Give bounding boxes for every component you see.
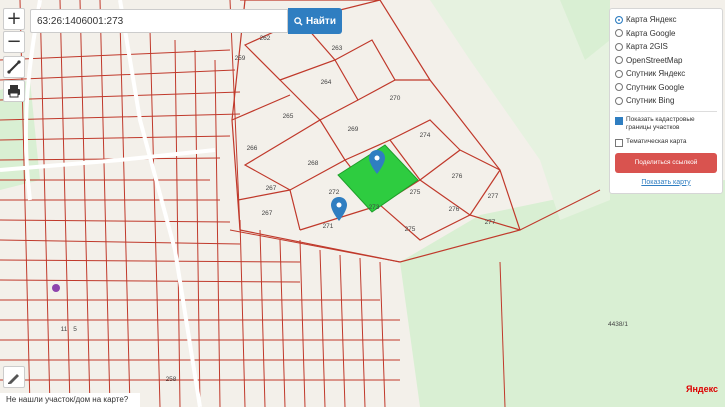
search-input[interactable] — [30, 9, 288, 33]
layer-option-label: Карта Яндекс — [626, 15, 677, 25]
parcel-label: 5 — [73, 326, 77, 333]
yandex-logo: Яндекс — [686, 384, 719, 394]
layer-option-label: Карта Google — [626, 28, 676, 38]
parcel-label: 268 — [308, 160, 319, 167]
search-button[interactable]: Найти — [288, 8, 342, 34]
cadastral-toggle[interactable]: Показать кадастровые границы участков — [615, 116, 717, 132]
ruler-icon — [7, 60, 21, 74]
layer-option-label: OpenStreetMap — [626, 55, 683, 65]
zoom-in-button[interactable]: + — [3, 8, 25, 30]
checkbox[interactable] — [615, 138, 623, 147]
parcel-label: 258 — [166, 376, 177, 383]
layer-option-openstreetmap[interactable]: OpenStreetMap — [615, 54, 717, 68]
parcel-label: 4438/1 — [608, 321, 628, 328]
parcel-label: 267 — [262, 210, 273, 217]
poi-icon — [52, 284, 60, 292]
help-text[interactable]: Не нашли участок/дом на карте? — [6, 395, 128, 404]
parcel-label: 276 — [449, 206, 460, 213]
parcel-label: 259 — [235, 55, 246, 62]
thematic-toggle-label: Тематическая карта — [626, 137, 687, 145]
parcel-label: 269 — [348, 126, 359, 133]
radio[interactable] — [615, 96, 623, 105]
radio[interactable] — [615, 29, 623, 38]
parcel-label: 272 — [329, 189, 340, 196]
layer-option-label: Спутник Bing — [626, 96, 675, 106]
pencil-icon — [8, 374, 19, 384]
parcel-label: 273 — [369, 204, 380, 211]
layer-option-google-satellite[interactable]: Спутник Google — [615, 81, 717, 95]
layer-option-label: Спутник Яндекс — [626, 69, 686, 79]
print-button[interactable] — [3, 80, 25, 102]
share-link-button[interactable]: Поделиться ссылкой — [615, 152, 717, 173]
layer-option-yandex-satellite[interactable]: Спутник Яндекс — [615, 67, 717, 81]
divider — [615, 110, 717, 112]
parcel-label: 270 — [390, 95, 401, 102]
layer-option-bing-satellite[interactable]: Спутник Bing — [615, 94, 717, 108]
help-bar[interactable]: Не нашли участок/дом на карте? — [0, 393, 140, 407]
layer-panel: Карта Яндекс Карта Google Карта 2GIS Ope… — [609, 8, 723, 194]
radio[interactable] — [615, 83, 623, 92]
parcel-label: 276 — [452, 173, 463, 180]
cadastral-toggle-label: Показать кадастровые границы участков — [626, 115, 695, 131]
search-icon — [294, 16, 303, 26]
parcel-label: 263 — [332, 45, 343, 52]
parcel-label: 262 — [260, 35, 271, 42]
layer-option-label: Карта 2GIS — [626, 42, 668, 52]
thematic-toggle[interactable]: Тематическая карта — [615, 138, 717, 147]
parcel-label: 271 — [323, 223, 334, 230]
layer-option-2gis-map[interactable]: Карта 2GIS — [615, 40, 717, 54]
layer-option-yandex-map[interactable]: Карта Яндекс — [615, 13, 717, 27]
parcel-label: 275 — [405, 226, 416, 233]
parcel-label: 275 — [410, 189, 421, 196]
layer-option-google-map[interactable]: Карта Google — [615, 27, 717, 41]
parcel-label: 265 — [283, 113, 294, 120]
show-map-link[interactable]: Показать карту — [615, 179, 717, 186]
printer-icon — [8, 85, 20, 98]
checkbox-checked[interactable] — [615, 116, 623, 125]
parcel-label: 277 — [488, 193, 499, 200]
radio[interactable] — [615, 42, 623, 51]
search-button-label: Найти — [306, 15, 336, 27]
layer-option-label: Спутник Google — [626, 82, 685, 92]
parcel-label: 11 — [61, 326, 68, 333]
zoom-out-button[interactable]: − — [3, 31, 25, 53]
parcel-label: 267 — [266, 185, 277, 192]
parcel-label: 266 — [247, 145, 258, 152]
radio[interactable] — [615, 56, 623, 65]
radio-selected[interactable] — [615, 15, 623, 24]
radio[interactable] — [615, 69, 623, 78]
parcel-label: 264 — [321, 79, 332, 86]
edit-button[interactable] — [3, 366, 25, 388]
ruler-button[interactable] — [3, 56, 25, 78]
parcel-label: 277 — [485, 219, 496, 226]
parcel-label: 274 — [420, 132, 431, 139]
